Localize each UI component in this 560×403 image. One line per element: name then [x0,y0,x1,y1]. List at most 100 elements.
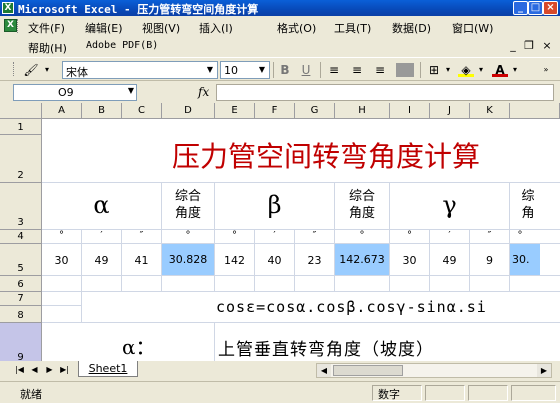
row-header[interactable]: 4 [0,230,42,244]
column-header[interactable]: G [295,103,335,119]
column-header[interactable]: K [470,103,510,119]
doc-restore-icon[interactable]: ❐ [522,39,536,52]
column-header[interactable] [510,103,560,119]
unit-degree: ° [359,230,365,241]
chevron-down-icon[interactable]: ▼ [256,63,268,77]
chevron-down-icon[interactable]: ▾ [510,62,520,78]
select-all-corner[interactable] [0,103,42,119]
row-header[interactable]: 7 [0,292,42,306]
next-sheet-icon[interactable]: ▶ [44,364,55,376]
menu-view[interactable]: 视图(V) [142,20,180,36]
format-painter-icon[interactable]: 🖌 [22,62,40,78]
menu-grip[interactable] [17,19,20,33]
doc-close-icon[interactable]: × [540,39,554,52]
toolbar-options-icon[interactable]: » [540,62,552,78]
menu-edit[interactable]: 编辑(E) [85,20,123,36]
column-header[interactable]: D [162,103,215,119]
gamma-degrees[interactable]: 30 [390,254,429,267]
alpha-seconds[interactable]: 41 [122,254,161,267]
column-header[interactable]: I [390,103,430,119]
menu-format[interactable]: 格式(O) [277,20,316,36]
unit-degree: ° [232,230,237,241]
close-button[interactable]: × [543,1,558,15]
scroll-left-icon[interactable]: ◀ [317,364,331,377]
alpha-minutes[interactable]: 49 [82,254,121,267]
column-header[interactable]: J [430,103,470,119]
worksheet-grid[interactable]: A B C D E F G H I J K 1 2 3 4 5 6 7 8 9 [0,103,560,361]
borders-icon[interactable]: ⊞ [426,62,442,78]
chevron-down-icon[interactable]: ▼ [204,63,216,77]
fill-color-icon[interactable]: ◈ [458,62,474,77]
menu-data[interactable]: 数据(D) [392,20,431,36]
align-center-icon[interactable]: ≡ [349,62,365,78]
underline-button[interactable]: U [298,62,314,78]
chevron-down-icon[interactable]: ▼ [128,86,134,95]
column-header[interactable]: E [215,103,255,119]
menu-window[interactable]: 窗口(W) [452,20,493,36]
toolbar-grip[interactable] [13,62,16,76]
column-header[interactable]: A [42,103,82,119]
menu-insert[interactable]: 插入(I) [199,20,233,36]
doc-minimize-icon[interactable]: _ [506,39,520,52]
scroll-right-icon[interactable]: ▶ [537,364,551,377]
horizontal-scrollbar[interactable]: ◀ ▶ [316,363,552,378]
alpha-label: α： [122,335,156,359]
row-header[interactable]: 6 [0,276,42,292]
scroll-thumb[interactable] [333,365,403,376]
menu-tools[interactable]: 工具(T) [334,20,371,36]
menu-file[interactable]: 文件(F) [28,20,65,36]
prev-sheet-icon[interactable]: ◀ [29,364,40,376]
column-header[interactable]: F [255,103,295,119]
font-color-icon[interactable]: A [492,62,508,77]
first-sheet-icon[interactable]: |◀ [14,364,25,376]
toolbar-separator [420,62,421,78]
excel-app-icon[interactable]: X [2,2,14,14]
font-size-select[interactable]: 10 ▼ [220,61,270,79]
formula-input[interactable] [216,84,554,101]
menu-help[interactable]: 帮助(H) [28,40,67,56]
beta-combined-value[interactable]: 142.673 [335,244,389,275]
toolbar-options-icon[interactable]: ▾ [42,62,52,78]
menu-bar-2: 帮助(H) Adobe PDF(B) _ ❐ × [0,37,560,55]
grid-line [42,243,560,244]
tab-sheet1[interactable]: Sheet1 [78,361,138,377]
font-size-value: 10 [224,64,238,77]
row-header[interactable]: 8 [0,306,42,323]
fx-icon[interactable]: fx [198,85,209,99]
font-name-select[interactable]: 宋体 ▼ [62,61,218,79]
window-title: Microsoft Excel - 压力管转弯空间角度计算 [18,3,259,16]
chevron-down-icon[interactable]: ▾ [476,62,486,78]
merge-center-icon[interactable] [396,63,414,77]
menu-adobe-pdf[interactable]: Adobe PDF(B) [86,40,158,51]
document-icon[interactable]: X [4,19,17,32]
column-header[interactable]: C [122,103,162,119]
row-header-selected[interactable]: 9 [0,323,42,361]
beta-header: β [267,191,282,219]
row-header[interactable]: 1 [0,119,42,135]
beta-degrees[interactable]: 142 [215,254,254,267]
beta-seconds[interactable]: 23 [295,254,334,267]
grid-line [42,275,560,276]
minimize-button[interactable]: _ [513,1,528,15]
bold-button[interactable]: B [277,62,293,78]
align-left-icon[interactable]: ≡ [326,62,342,78]
row-header[interactable]: 5 [0,244,42,276]
maximize-button[interactable]: □ [528,1,543,15]
last-sheet-icon[interactable]: ▶| [59,364,70,376]
chevron-down-icon[interactable]: ▾ [443,62,453,78]
beta-minutes[interactable]: 40 [255,254,294,267]
gamma-combined-value[interactable]: 30. [510,244,540,275]
name-box[interactable]: O9 ▼ [13,84,137,101]
row-header[interactable]: 3 [0,183,42,230]
gamma-minutes[interactable]: 49 [430,254,469,267]
beta-combined-header: 综合 角度 [348,189,375,221]
alpha-degrees[interactable]: 30 [42,254,81,267]
alpha-combined-value[interactable]: 30.828 [162,244,214,275]
gamma-seconds[interactable]: 9 [470,254,509,267]
align-right-icon[interactable]: ≡ [372,62,388,78]
unit-minute: ′ [100,230,103,241]
column-header[interactable]: B [82,103,122,119]
unit-second: ″ [312,230,317,241]
column-header[interactable]: H [335,103,390,119]
row-header[interactable]: 2 [0,135,42,183]
